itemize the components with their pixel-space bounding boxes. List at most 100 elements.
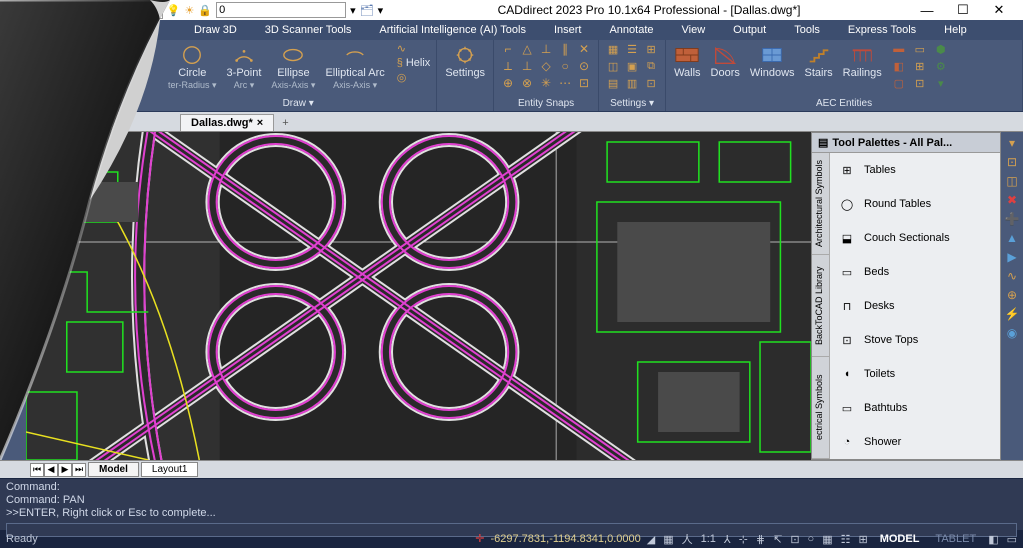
sb-a[interactable]: ⅄ — [724, 533, 731, 546]
lightbulb-icon[interactable]: 💡 — [167, 4, 181, 17]
close-button[interactable]: ✕ — [987, 1, 1011, 19]
palette-item-bathtubs[interactable]: ▭Bathtubs — [834, 395, 996, 421]
chevron-down-icon[interactable]: ▾ — [350, 4, 356, 17]
rtool-8[interactable]: ∿ — [1007, 269, 1017, 283]
palette-item-roundtables[interactable]: ◯Round Tables — [834, 191, 996, 217]
palette-item-stove[interactable]: ⊡Stove Tops — [834, 327, 996, 353]
set-8[interactable]: ▥ — [624, 76, 640, 90]
lt-prev[interactable]: ◀ — [44, 463, 58, 477]
sun-icon[interactable]: ☀ — [185, 4, 195, 17]
snap-3[interactable]: ⊥ — [519, 59, 535, 73]
palette-item-beds[interactable]: ▭Beds — [834, 259, 996, 285]
palette-item-toilets[interactable]: ◖Toilets — [834, 361, 996, 387]
maximize-button[interactable]: ☐ — [951, 1, 975, 19]
aec-railings-button[interactable]: Railings — [841, 42, 884, 81]
sb-model[interactable]: MODEL — [880, 533, 920, 545]
viewport[interactable] — [26, 132, 811, 460]
sb-tablet[interactable]: TABLET — [935, 533, 976, 545]
menu-annotate[interactable]: Annotate — [595, 22, 667, 38]
sb-i[interactable]: ⊞ — [858, 533, 867, 546]
menu-3dscanner[interactable]: 3D Scanner Tools — [251, 22, 366, 38]
draw-helix-button[interactable]: §Helix — [397, 57, 431, 69]
snap-4[interactable]: ◇ — [538, 59, 554, 73]
snap-endpoint[interactable]: ⌐ — [500, 42, 516, 56]
lt-next[interactable]: ▶ — [58, 463, 72, 477]
palette-tab-elec[interactable]: ectrical Symbols — [812, 357, 829, 459]
palette-tab-arch[interactable]: Architectural Symbols — [812, 153, 829, 255]
rtool-1[interactable]: ▾ — [1009, 136, 1015, 150]
sb-scale[interactable]: 1:1 — [701, 533, 716, 545]
palette-tab-btc[interactable]: BackToCAD Library — [812, 255, 829, 357]
draw-arc-button[interactable]: 3-Point Arc ▾ — [225, 42, 264, 93]
aec-doors-button[interactable]: Doors — [709, 42, 742, 81]
layout-tab-model[interactable]: Model — [88, 462, 139, 477]
set-1[interactable]: ▦ — [605, 42, 621, 56]
ltool-1[interactable]: ⧉ — [8, 136, 17, 152]
ltool-2[interactable]: ◫ — [7, 156, 19, 172]
lt-last[interactable]: ⏭ — [72, 463, 86, 477]
menu-view[interactable]: View — [668, 22, 720, 38]
rtool-10[interactable]: ⚡ — [1005, 307, 1020, 321]
lock-icon[interactable]: 🔒 — [198, 4, 212, 17]
menu-insert[interactable]: Insert — [540, 22, 596, 38]
rtool-11[interactable]: ◉ — [1007, 326, 1017, 340]
aec-x2[interactable]: ▭ — [911, 42, 929, 56]
draw-spline-button[interactable]: ∿ — [397, 42, 431, 55]
rtool-4[interactable]: ✖ — [1007, 193, 1017, 207]
snap-int[interactable]: ✕ — [576, 42, 592, 56]
snap-8[interactable]: ⊗ — [519, 76, 535, 90]
aec-windows-button[interactable]: Windows — [748, 42, 797, 81]
sb-b[interactable]: ⊹ — [739, 533, 748, 546]
set-7[interactable]: ▤ — [605, 76, 621, 90]
sb-c[interactable]: ⋕ — [756, 533, 765, 546]
draw-circle-button[interactable]: Circle ter-Radius ▾ — [166, 42, 219, 93]
app-menu-icon[interactable]: ▤ — [4, 4, 14, 17]
rtool-5[interactable]: ➕ — [1005, 212, 1020, 226]
snap-11[interactable]: ⊡ — [576, 76, 592, 90]
aec-x8[interactable]: ⊡ — [911, 76, 929, 90]
aec-x4[interactable]: ◧ — [890, 59, 908, 73]
aec-x9[interactable]: ▾ — [932, 76, 950, 90]
snap-2[interactable]: ⟂ — [500, 59, 516, 73]
set-4[interactable]: ◫ — [605, 59, 621, 73]
set-2[interactable]: ☰ — [624, 42, 640, 56]
sb-e[interactable]: ⊡ — [790, 533, 799, 546]
aec-x5[interactable]: ⊞ — [911, 59, 929, 73]
aec-x1[interactable]: ▬ — [890, 42, 908, 56]
workspace-dropdown[interactable]: ⚙ Drafting and Annotation ▾ — [18, 2, 162, 19]
rtool-2[interactable]: ⊡ — [1007, 155, 1017, 169]
aec-walls-button[interactable]: Walls — [672, 42, 702, 81]
menu-tools[interactable]: Tools — [780, 22, 834, 38]
aec-x7[interactable]: ▢ — [890, 76, 908, 90]
layout-tab-layout1[interactable]: Layout1 — [141, 462, 199, 477]
menu-help[interactable]: Help — [930, 22, 981, 38]
sb-d[interactable]: ↸ — [773, 533, 782, 546]
palette-item-shower[interactable]: ◔Shower — [834, 429, 996, 455]
sb-h[interactable]: ☷ — [841, 533, 851, 546]
set-6[interactable]: ⧉ — [643, 59, 659, 73]
snap-9[interactable]: ✳ — [538, 76, 554, 90]
rtool-6[interactable]: ▲ — [1006, 231, 1018, 245]
aec-x3[interactable]: ⬢ — [932, 42, 950, 56]
sb-ortho[interactable]: 人 — [682, 531, 693, 547]
doctab-plus[interactable]: + — [274, 115, 296, 131]
aec-x6[interactable]: ⚙ — [932, 59, 950, 73]
palette-item-couch[interactable]: ⬓Couch Sectionals — [834, 225, 996, 251]
menu-draw3d[interactable]: Draw 3D — [180, 22, 251, 38]
ltool-7[interactable]: ◎ — [7, 256, 18, 272]
draw-elliptical-arc-button[interactable]: Elliptical Arc Axis-Axis ▾ — [323, 42, 386, 93]
snap-10[interactable]: ⋯ — [557, 76, 573, 90]
menu-express[interactable]: Express Tools — [834, 22, 930, 38]
minimize-button[interactable]: — — [915, 1, 939, 19]
ltool-4[interactable]: ⊡ — [8, 196, 19, 212]
menu-ai[interactable]: Artificial Intelligence (AI) Tools — [365, 22, 540, 38]
ltool-9[interactable]: ↻ — [8, 296, 19, 312]
settings-button[interactable]: Settings — [443, 42, 487, 81]
set-5[interactable]: ▣ — [624, 59, 640, 73]
set-3[interactable]: ⊞ — [643, 42, 659, 56]
props-icon[interactable]: 🗂 — [360, 4, 374, 17]
lt-first[interactable]: ⏮ — [30, 463, 44, 477]
snap-perp[interactable]: ⊥ — [538, 42, 554, 56]
sb-grid[interactable]: ▦ — [663, 533, 673, 546]
ltool-3[interactable]: ▭ — [7, 176, 19, 192]
